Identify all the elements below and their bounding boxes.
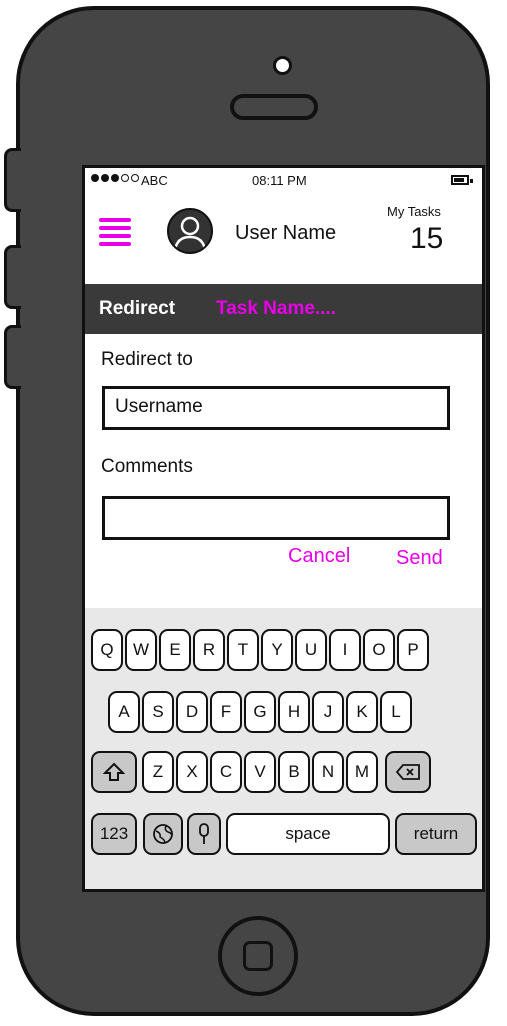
cancel-button[interactable]: Cancel xyxy=(288,545,350,568)
key-z[interactable]: Z xyxy=(142,751,174,793)
volume-button-middle xyxy=(4,245,21,309)
key-l[interactable]: L xyxy=(380,691,412,733)
my-tasks-label: My Tasks xyxy=(387,204,441,219)
key-h[interactable]: H xyxy=(278,691,310,733)
key-q[interactable]: Q xyxy=(91,629,123,671)
camera-icon xyxy=(273,56,292,75)
status-time: 08:11 PM xyxy=(252,173,307,188)
task-name[interactable]: Task Name.... xyxy=(216,298,336,320)
globe-icon xyxy=(153,824,173,844)
key-y[interactable]: Y xyxy=(261,629,293,671)
key-t[interactable]: T xyxy=(227,629,259,671)
key-c[interactable]: C xyxy=(210,751,242,793)
volume-button-top xyxy=(4,148,21,212)
battery-icon xyxy=(451,175,473,185)
user-name: User Name xyxy=(235,222,337,244)
backspace-key[interactable] xyxy=(385,751,431,793)
key-w[interactable]: W xyxy=(125,629,157,671)
signal-icon xyxy=(91,174,139,182)
user-avatar-icon[interactable] xyxy=(167,208,213,254)
key-d[interactable]: D xyxy=(176,691,208,733)
key-o[interactable]: O xyxy=(363,629,395,671)
key-e[interactable]: E xyxy=(159,629,191,671)
action-title: Redirect xyxy=(99,298,176,319)
key-j[interactable]: J xyxy=(312,691,344,733)
volume-button-bottom xyxy=(4,325,21,389)
carrier-name: ABC xyxy=(141,173,168,188)
key-k[interactable]: K xyxy=(346,691,378,733)
username-input[interactable]: Username xyxy=(102,386,450,430)
key-n[interactable]: N xyxy=(312,751,344,793)
my-tasks-count[interactable]: 15 xyxy=(410,222,443,256)
microphone-icon xyxy=(199,823,209,844)
shift-arrow-icon xyxy=(102,762,126,781)
key-f[interactable]: F xyxy=(210,691,242,733)
key-u[interactable]: U xyxy=(295,629,327,671)
key-a[interactable]: A xyxy=(108,691,140,733)
backspace-icon xyxy=(395,764,420,780)
app-header: User Name My Tasks 15 xyxy=(85,194,482,284)
phone-frame: ABC 08:11 PM User Name My Tasks 15 Redir… xyxy=(16,6,490,1016)
key-i[interactable]: I xyxy=(329,629,361,671)
comments-label: Comments xyxy=(101,456,193,477)
globe-key[interactable] xyxy=(143,813,183,855)
status-bar: ABC 08:11 PM xyxy=(85,168,482,194)
key-g[interactable]: G xyxy=(244,691,276,733)
hamburger-icon[interactable] xyxy=(99,218,131,250)
key-v[interactable]: V xyxy=(244,751,276,793)
task-title-bar: Redirect Task Name.... xyxy=(85,284,482,334)
redirect-to-label: Redirect to xyxy=(101,349,193,370)
home-button[interactable] xyxy=(218,916,298,996)
numbers-key[interactable]: 123 xyxy=(91,813,137,855)
key-x[interactable]: X xyxy=(176,751,208,793)
speaker-grille xyxy=(230,94,318,120)
space-key[interactable]: space xyxy=(226,813,390,855)
key-s[interactable]: S xyxy=(142,691,174,733)
key-b[interactable]: B xyxy=(278,751,310,793)
keyboard: Q W E R T Y U I O P A S D F G H J K L Z … xyxy=(85,608,482,889)
shift-key[interactable] xyxy=(91,751,137,793)
comments-input[interactable] xyxy=(102,496,450,540)
send-button[interactable]: Send xyxy=(396,547,443,570)
return-key[interactable]: return xyxy=(395,813,477,855)
key-r[interactable]: R xyxy=(193,629,225,671)
microphone-key[interactable] xyxy=(187,813,221,855)
screen: ABC 08:11 PM User Name My Tasks 15 Redir… xyxy=(82,165,485,892)
key-p[interactable]: P xyxy=(397,629,429,671)
key-m[interactable]: M xyxy=(346,751,378,793)
